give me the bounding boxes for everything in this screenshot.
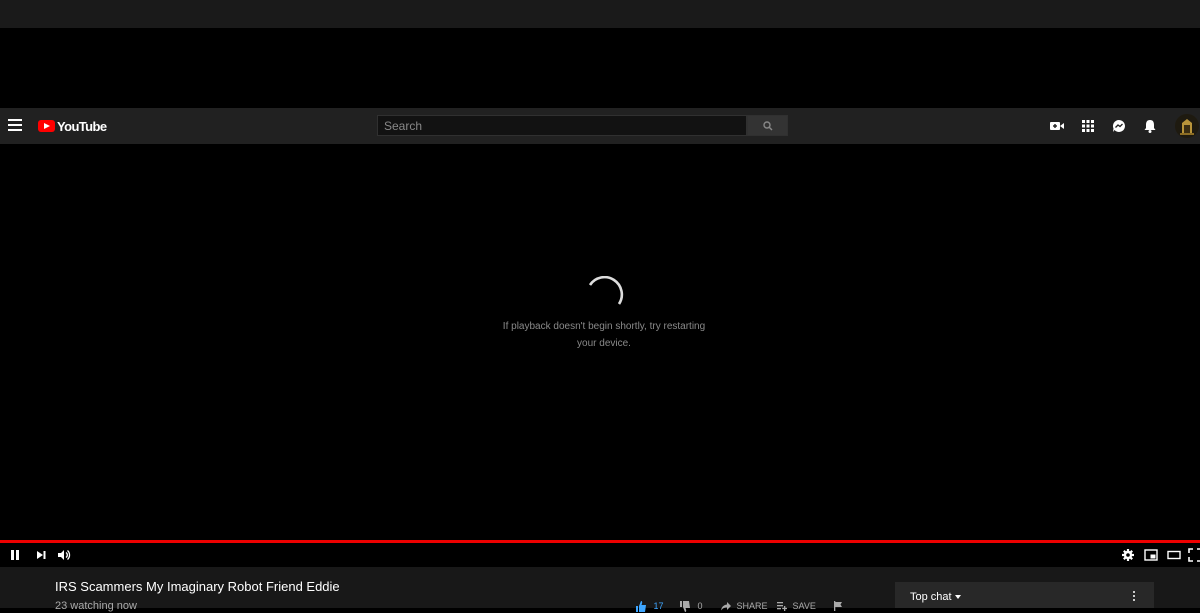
dislike-button[interactable]: 0 xyxy=(679,601,703,612)
watching-count: 23 watching now xyxy=(55,600,137,612)
flag-icon xyxy=(834,601,842,611)
save-playlist-icon xyxy=(777,602,788,611)
browser-top-strip xyxy=(0,0,1200,28)
theater-mode-icon[interactable] xyxy=(1167,548,1181,562)
like-count: 17 xyxy=(653,601,664,611)
settings-icon[interactable] xyxy=(1121,548,1135,562)
dislike-count: 0 xyxy=(697,601,703,611)
apps-grid-icon[interactable] xyxy=(1080,118,1096,134)
video-title: IRS Scammers My Imaginary Robot Friend E… xyxy=(55,579,340,594)
menu-icon[interactable] xyxy=(8,119,22,131)
youtube-play-logo-icon xyxy=(38,120,55,132)
chat-mode-dropdown[interactable]: Top chat xyxy=(910,591,952,603)
logo-text: YouTube xyxy=(57,118,107,134)
thumbs-up-icon xyxy=(636,601,646,612)
youtube-logo[interactable]: YouTube xyxy=(38,118,107,134)
save-button[interactable]: SAVE xyxy=(777,601,816,611)
volume-icon[interactable] xyxy=(57,548,71,562)
avatar[interactable] xyxy=(1175,114,1199,138)
share-icon xyxy=(721,602,731,611)
share-button[interactable]: SHARE xyxy=(721,601,768,611)
player-controls xyxy=(0,543,1200,567)
chevron-down-icon xyxy=(955,595,961,599)
more-options-icon[interactable] xyxy=(1132,591,1136,603)
search-input[interactable] xyxy=(377,115,747,136)
masthead: YouTube xyxy=(0,108,1200,144)
messages-icon[interactable] xyxy=(1111,118,1127,134)
playback-message: If playback doesn't begin shortly, try r… xyxy=(502,321,706,349)
save-label: SAVE xyxy=(792,601,816,611)
avatar-image xyxy=(1175,114,1199,138)
create-video-icon[interactable] xyxy=(1049,118,1065,134)
notifications-bell-icon[interactable] xyxy=(1142,118,1158,134)
thumbs-down-icon xyxy=(680,601,690,612)
loading-spinner-icon xyxy=(588,276,624,305)
search-button[interactable] xyxy=(747,115,788,136)
share-label: SHARE xyxy=(736,601,768,611)
miniplayer-icon[interactable] xyxy=(1144,548,1158,562)
flag-button[interactable] xyxy=(833,601,843,611)
search-icon xyxy=(763,121,773,131)
like-button[interactable]: 17 xyxy=(635,601,664,612)
fullscreen-icon[interactable] xyxy=(1188,548,1200,562)
pause-icon[interactable] xyxy=(8,548,22,562)
next-icon[interactable] xyxy=(34,548,48,562)
chat-header: Top chat xyxy=(895,582,1154,608)
